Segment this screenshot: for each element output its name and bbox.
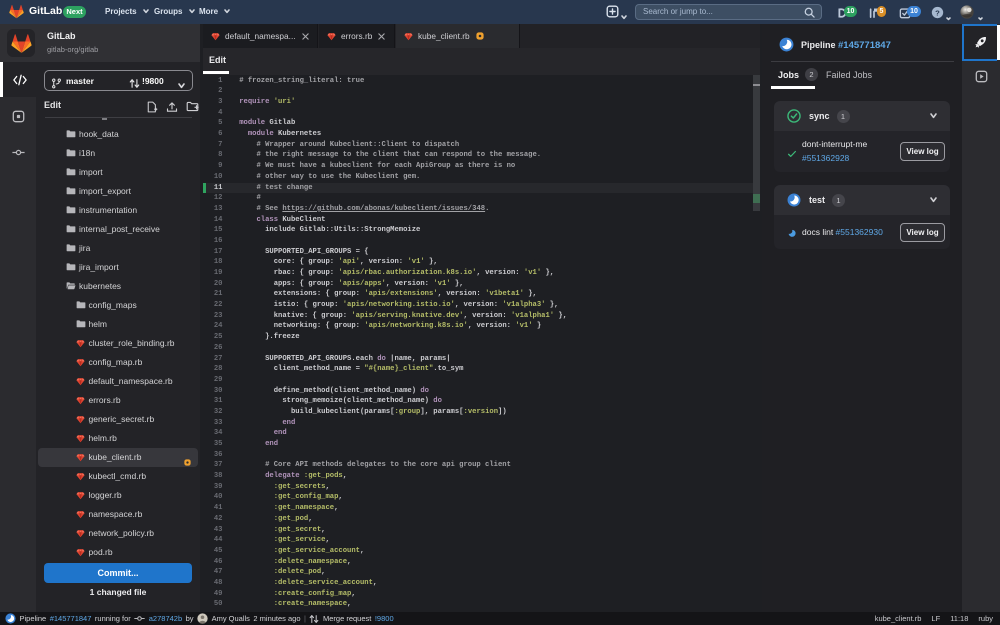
svg-text:?: ? [935, 8, 940, 17]
